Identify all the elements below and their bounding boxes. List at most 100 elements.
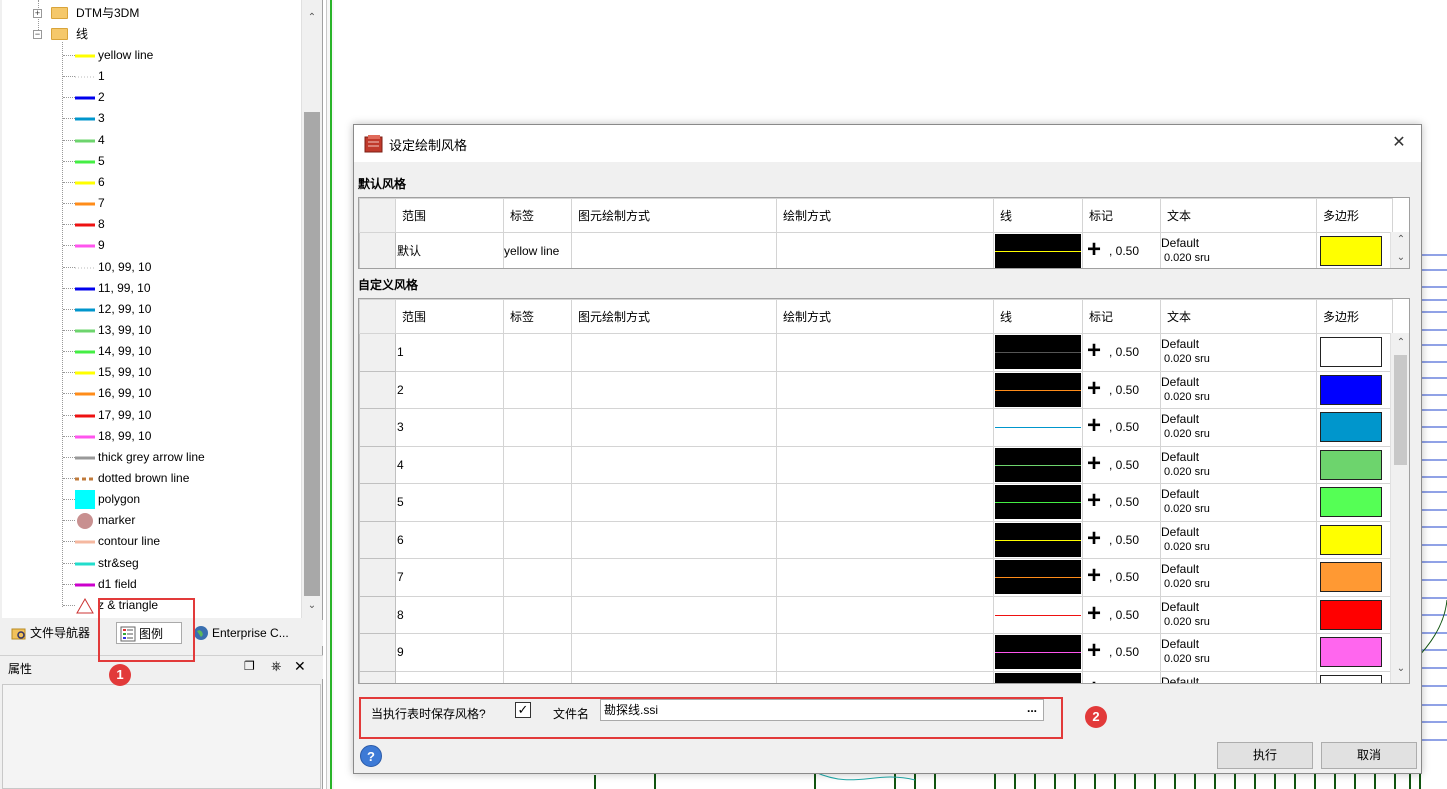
label-cell[interactable] — [503, 670, 572, 683]
restore-icon[interactable]: ❐ — [244, 659, 255, 673]
label-cell[interactable] — [503, 408, 572, 447]
marker-cell[interactable]: + , 0.50 — [1082, 633, 1161, 672]
line-style-cell[interactable] — [993, 370, 1083, 409]
legend-item[interactable]: 17, 99, 10 — [63, 405, 294, 426]
text-style-cell[interactable]: Default0.020 sru — [1160, 633, 1317, 672]
dialog-titlebar[interactable]: 设定绘制风格 ✕ — [354, 125, 1421, 162]
tree-folder-lines[interactable]: 线 — [76, 24, 88, 45]
legend-item[interactable]: d1 field — [63, 574, 294, 595]
column-header[interactable]: 图元绘制方式 — [571, 299, 777, 334]
line-style-cell[interactable] — [993, 558, 1083, 597]
column-header[interactable]: 标记 — [1082, 299, 1161, 334]
label-cell[interactable] — [503, 370, 572, 409]
label-cell[interactable] — [503, 520, 572, 559]
range-cell[interactable]: 2 — [395, 370, 504, 409]
line-style-cell[interactable] — [993, 483, 1083, 522]
primitive-draw-mode-cell[interactable] — [571, 595, 777, 634]
legend-item[interactable]: 4 — [63, 130, 294, 151]
close-icon[interactable]: ✕ — [294, 658, 306, 675]
polygon-cell[interactable] — [1316, 408, 1393, 447]
line-style-cell[interactable] — [993, 670, 1083, 683]
range-cell[interactable]: 7 — [395, 558, 504, 597]
tab-enterprise[interactable]: Enterprise C... — [190, 622, 315, 644]
text-style-cell[interactable]: Default0.020 sru — [1160, 483, 1317, 522]
marker-cell[interactable]: + , 0.50 — [1082, 595, 1161, 634]
custom-style-row[interactable]: 1 + , 0.50 Default 0.020 sru — [359, 333, 1393, 372]
column-header[interactable]: 标签 — [503, 299, 572, 334]
line-style-cell[interactable] — [993, 232, 1083, 268]
custom-style-row[interactable]: 5 + , 0.50 Default 0.020 sru — [359, 483, 1393, 522]
primitive-draw-mode-cell[interactable] — [571, 445, 777, 484]
custom-style-row[interactable]: 10, 99, 10 + , 0.50 Default0.020 sru — [359, 670, 1393, 683]
legend-item[interactable]: polygon — [63, 489, 294, 510]
scroll-thumb[interactable] — [1394, 355, 1407, 465]
row-header[interactable] — [359, 370, 396, 409]
legend-item[interactable]: 13, 99, 10 — [63, 320, 294, 341]
row-header[interactable] — [359, 333, 396, 372]
column-header[interactable]: 范围 — [395, 198, 504, 233]
primitive-draw-mode-cell[interactable] — [571, 520, 777, 559]
column-header[interactable]: 线 — [993, 198, 1083, 233]
legend-item[interactable]: 15, 99, 10 — [63, 362, 294, 383]
custom-style-row[interactable]: 6 + , 0.50 Default 0.020 sru — [359, 520, 1393, 559]
scroll-down-icon[interactable]: ⌄ — [1391, 252, 1409, 263]
column-header[interactable]: 多边形 — [1316, 198, 1393, 233]
primitive-draw-mode-cell[interactable] — [571, 558, 777, 597]
collapse-toggle-lines[interactable]: − — [33, 30, 42, 39]
scroll-down-icon[interactable]: ⌄ — [1391, 663, 1409, 674]
line-style-cell[interactable] — [993, 333, 1083, 372]
range-cell[interactable]: 3 — [395, 408, 504, 447]
marker-cell[interactable]: + , 0.50 — [1082, 558, 1161, 597]
polygon-cell[interactable] — [1316, 595, 1393, 634]
text-style-cell[interactable]: Default0.020 sru — [1160, 232, 1317, 268]
label-cell[interactable] — [503, 633, 572, 672]
custom-style-row[interactable]: 4 + , 0.50 Default 0.020 sru — [359, 445, 1393, 484]
legend-item[interactable]: 2 — [63, 87, 294, 108]
text-style-cell[interactable]: Default0.020 sru — [1160, 670, 1317, 683]
primitive-draw-mode-cell[interactable] — [571, 333, 777, 372]
label-cell[interactable] — [503, 445, 572, 484]
legend-item[interactable]: 18, 99, 10 — [63, 426, 294, 447]
help-icon[interactable]: ? — [360, 745, 382, 767]
polygon-cell[interactable] — [1316, 445, 1393, 484]
legend-item[interactable]: 11, 99, 10 — [63, 278, 294, 299]
draw-mode-cell[interactable] — [776, 333, 994, 372]
range-cell[interactable]: 8 — [395, 595, 504, 634]
row-header[interactable] — [359, 445, 396, 484]
dialog-close-icon[interactable]: ✕ — [1387, 131, 1411, 155]
tree-folder-dtm[interactable]: DTM与3DM — [76, 3, 139, 24]
scroll-down-icon[interactable]: ⌄ — [302, 600, 322, 611]
polygon-cell[interactable] — [1316, 232, 1393, 268]
range-cell[interactable]: 10, 99, 10 — [395, 670, 504, 683]
legend-item[interactable]: thick grey arrow line — [63, 447, 294, 468]
label-cell[interactable] — [503, 595, 572, 634]
default-scrollbar[interactable]: ⌃ ⌄ — [1390, 232, 1409, 268]
polygon-cell[interactable] — [1316, 483, 1393, 522]
legend-item[interactable]: 1 — [63, 66, 294, 87]
marker-cell[interactable]: + , 0.50 — [1082, 370, 1161, 409]
draw-mode-cell[interactable] — [776, 408, 994, 447]
range-cell[interactable]: 5 — [395, 483, 504, 522]
pin-icon[interactable]: ⎈ — [271, 658, 281, 674]
polygon-cell[interactable] — [1316, 633, 1393, 672]
column-header[interactable]: 图元绘制方式 — [571, 198, 777, 233]
scroll-up-icon[interactable]: ⌃ — [1391, 337, 1409, 348]
label-cell[interactable]: yellow line — [503, 232, 572, 268]
custom-style-row[interactable]: 7 + , 0.50 Default 0.020 sru — [359, 558, 1393, 597]
text-style-cell[interactable]: Default0.020 sru — [1160, 408, 1317, 447]
legend-item[interactable]: 14, 99, 10 — [63, 341, 294, 362]
primitive-draw-mode-cell[interactable] — [571, 483, 777, 522]
text-style-cell[interactable]: Default0.020 sru — [1160, 445, 1317, 484]
column-header[interactable]: 标记 — [1082, 198, 1161, 233]
polygon-cell[interactable] — [1316, 333, 1393, 372]
column-header[interactable]: 绘制方式 — [776, 299, 994, 334]
execute-button[interactable]: 执行 — [1217, 742, 1313, 769]
row-header[interactable] — [359, 520, 396, 559]
tree-scrollbar[interactable]: ⌃ ⌄ — [301, 0, 321, 618]
text-style-cell[interactable]: Default0.020 sru — [1160, 370, 1317, 409]
marker-cell[interactable]: + , 0.50 — [1082, 520, 1161, 559]
column-header[interactable]: 线 — [993, 299, 1083, 334]
marker-cell[interactable]: + , 0.50 — [1082, 670, 1161, 683]
primitive-draw-mode-cell[interactable] — [571, 633, 777, 672]
label-cell[interactable] — [503, 558, 572, 597]
